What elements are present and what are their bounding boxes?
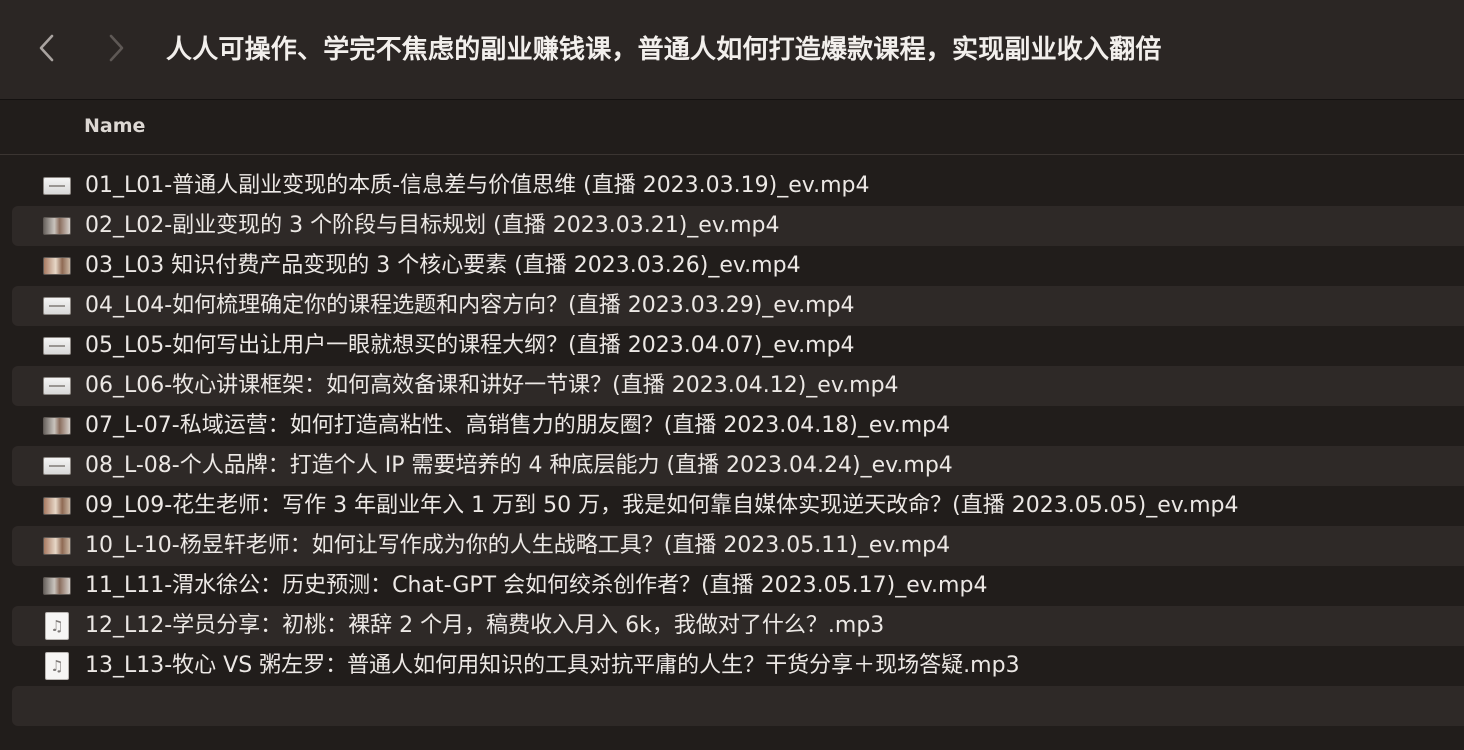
file-row[interactable]: 09_L09-花生老师：写作 3 年副业年入 1 万到 50 万，我是如何靠自媒… xyxy=(12,486,1464,526)
file-row[interactable]: 07_L-07-私域运营：如何打造高粘性、高销售力的朋友圈？(直播 2023.0… xyxy=(12,406,1464,446)
video-thumbnail-icon xyxy=(43,257,71,275)
file-row[interactable]: ♫ 13_L13-牧心 VS 粥左罗：普通人如何用知识的工具对抗平庸的人生？干货… xyxy=(12,646,1464,686)
file-row[interactable]: ♫ 12_L12-学员分享：初桃：裸辞 2 个月，稿费收入月入 6k，我做对了什… xyxy=(12,606,1464,646)
video-thumbnail-icon xyxy=(43,217,71,235)
video-thumbnail-icon xyxy=(43,417,71,435)
audio-file-icon: ♫ xyxy=(45,612,69,640)
file-list: 01_L01-普通人副业变现的本质-信息差与价值思维 (直播 2023.03.1… xyxy=(12,166,1464,726)
file-row[interactable]: 04_L04-如何梳理确定你的课程选题和内容方向？(直播 2023.03.29)… xyxy=(12,286,1464,326)
file-row[interactable]: 01_L01-普通人副业变现的本质-信息差与价值思维 (直播 2023.03.1… xyxy=(12,166,1464,206)
file-name: 09_L09-花生老师：写作 3 年副业年入 1 万到 50 万，我是如何靠自媒… xyxy=(85,493,1239,518)
empty-row xyxy=(12,686,1464,726)
video-thumbnail-icon xyxy=(43,337,71,355)
file-row[interactable]: 03_L03 知识付费产品变现的 3 个核心要素 (直播 2023.03.26)… xyxy=(12,246,1464,286)
audio-file-icon: ♫ xyxy=(45,652,69,680)
file-name: 13_L13-牧心 VS 粥左罗：普通人如何用知识的工具对抗平庸的人生？干货分享… xyxy=(85,653,1020,678)
video-thumbnail-icon xyxy=(43,177,71,195)
file-name: 02_L02-副业变现的 3 个阶段与目标规划 (直播 2023.03.21)_… xyxy=(85,213,780,238)
file-row[interactable]: 08_L-08-个人品牌：打造个人 IP 需要培养的 4 种底层能力 (直播 2… xyxy=(12,446,1464,486)
chevron-right-icon xyxy=(109,34,124,62)
file-row[interactable]: 05_L05-如何写出让用户一眼就想买的课程大纲？(直播 2023.04.07)… xyxy=(12,326,1464,366)
forward-button[interactable] xyxy=(99,28,135,68)
file-name: 04_L04-如何梳理确定你的课程选题和内容方向？(直播 2023.03.29)… xyxy=(85,293,855,318)
video-thumbnail-icon xyxy=(43,497,71,515)
video-thumbnail-icon xyxy=(43,577,71,595)
file-name: 06_L06-牧心讲课框架：如何高效备课和讲好一节课？(直播 2023.04.1… xyxy=(85,373,899,398)
window-title: 人人可操作、学完不焦虑的副业赚钱课，普通人如何打造爆款课程，实现副业收入翻倍 xyxy=(166,35,1162,65)
column-header-name[interactable]: Name xyxy=(84,115,145,137)
file-name: 11_L11-渭水徐公：历史预测：Chat-GPT 会如何绞杀创作者？(直播 2… xyxy=(85,573,988,598)
chevron-left-icon xyxy=(39,34,54,62)
file-name: 12_L12-学员分享：初桃：裸辞 2 个月，稿费收入月入 6k，我做对了什么？… xyxy=(85,613,885,638)
window-toolbar: 人人可操作、学完不焦虑的副业赚钱课，普通人如何打造爆款课程，实现副业收入翻倍 xyxy=(0,0,1464,100)
file-name: 05_L05-如何写出让用户一眼就想买的课程大纲？(直播 2023.04.07)… xyxy=(85,333,855,358)
video-thumbnail-icon xyxy=(43,377,71,395)
column-header-bar: Name xyxy=(0,101,1464,155)
video-thumbnail-icon xyxy=(43,297,71,315)
file-row[interactable]: 06_L06-牧心讲课框架：如何高效备课和讲好一节课？(直播 2023.04.1… xyxy=(12,366,1464,406)
file-row[interactable]: 10_L-10-杨昱轩老师：如何让写作成为你的人生战略工具？(直播 2023.0… xyxy=(12,526,1464,566)
file-name: 01_L01-普通人副业变现的本质-信息差与价值思维 (直播 2023.03.1… xyxy=(85,173,870,198)
file-name: 08_L-08-个人品牌：打造个人 IP 需要培养的 4 种底层能力 (直播 2… xyxy=(85,453,953,478)
file-name: 10_L-10-杨昱轩老师：如何让写作成为你的人生战略工具？(直播 2023.0… xyxy=(85,533,951,558)
file-name: 07_L-07-私域运营：如何打造高粘性、高销售力的朋友圈？(直播 2023.0… xyxy=(85,413,951,438)
file-name: 03_L03 知识付费产品变现的 3 个核心要素 (直播 2023.03.26)… xyxy=(85,253,801,278)
video-thumbnail-icon xyxy=(43,457,71,475)
back-button[interactable] xyxy=(28,28,64,68)
file-row[interactable]: 11_L11-渭水徐公：历史预测：Chat-GPT 会如何绞杀创作者？(直播 2… xyxy=(12,566,1464,606)
video-thumbnail-icon xyxy=(43,537,71,555)
file-row[interactable]: 02_L02-副业变现的 3 个阶段与目标规划 (直播 2023.03.21)_… xyxy=(12,206,1464,246)
